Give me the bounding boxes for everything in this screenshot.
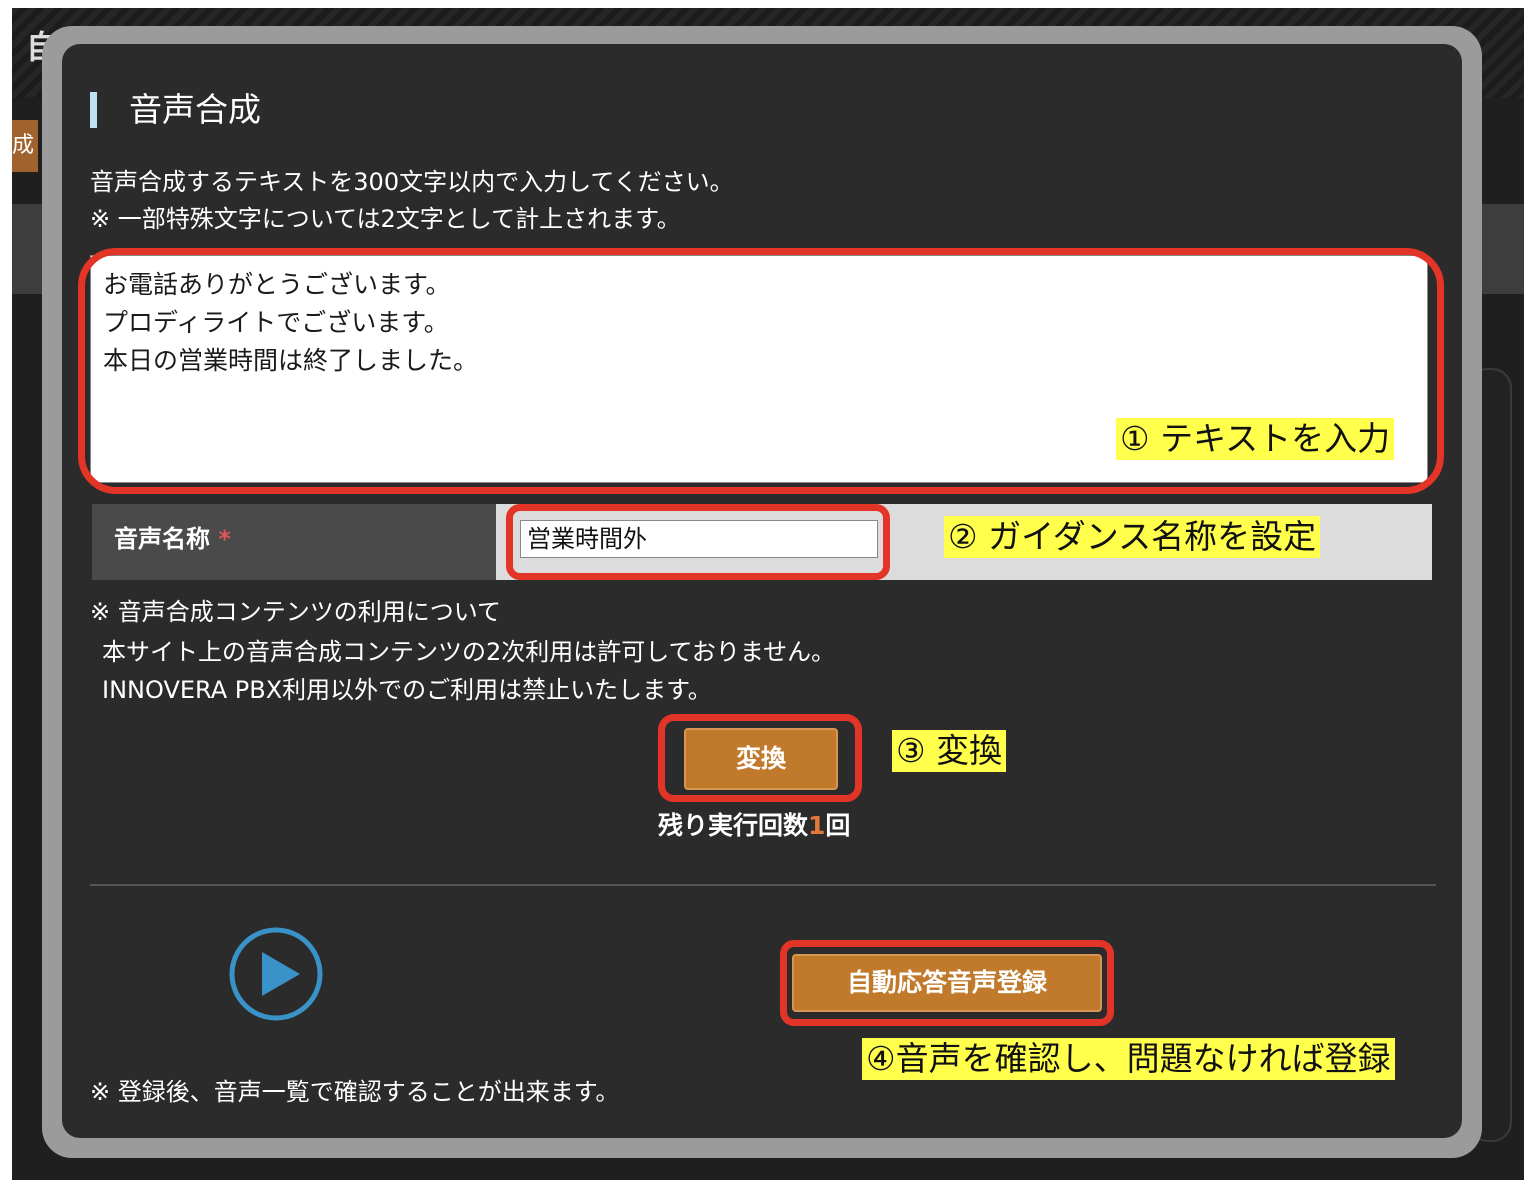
highlight-voice-name [506,504,890,580]
remaining-prefix: 残り実行回数 [658,811,809,840]
usage-notice-line-1: 本サイト上の音声合成コンテンツの2次利用は許可しておりません。 [102,638,836,666]
voice-name-label: 音声名称 * [92,504,496,580]
annotation-step-4: ④音声を確認し、問題なければ登録 [862,1038,1395,1080]
dialog-title: 音声合成 [90,92,261,128]
annotation-step-3: ③ 変換 [892,730,1007,772]
app-tab[interactable]: 成 [12,120,38,172]
instruction-note: ※ 一部特殊文字については2文字として計上されます。 [90,205,681,233]
play-icon[interactable] [226,924,326,1024]
usage-notice-line-2: INNOVERA PBX利用以外でのご利用は禁止いたします。 [102,676,712,704]
voice-name-label-text: 音声名称 [114,525,210,553]
instruction-text: 音声合成するテキストを300文字以内で入力してください。 [90,168,734,196]
highlight-convert-button [658,714,862,802]
remaining-count-text: 残り実行回数1回 [658,806,850,842]
remaining-count: 1 [808,811,826,840]
footer-note: ※ 登録後、音声一覧で確認することが出来ます。 [90,1078,620,1106]
annotation-step-2: ② ガイダンス名称を設定 [944,516,1321,558]
usage-notice-title: ※ 音声合成コンテンツの利用について [90,598,502,626]
remaining-suffix: 回 [825,811,851,840]
divider [90,884,1436,886]
annotation-step-1: ① テキストを入力 [1116,418,1395,460]
required-mark: * [218,525,231,553]
speech-synthesis-dialog: 音声合成 音声合成するテキストを300文字以内で入力してください。 ※ 一部特殊… [62,44,1462,1138]
highlight-register-button [780,940,1114,1026]
